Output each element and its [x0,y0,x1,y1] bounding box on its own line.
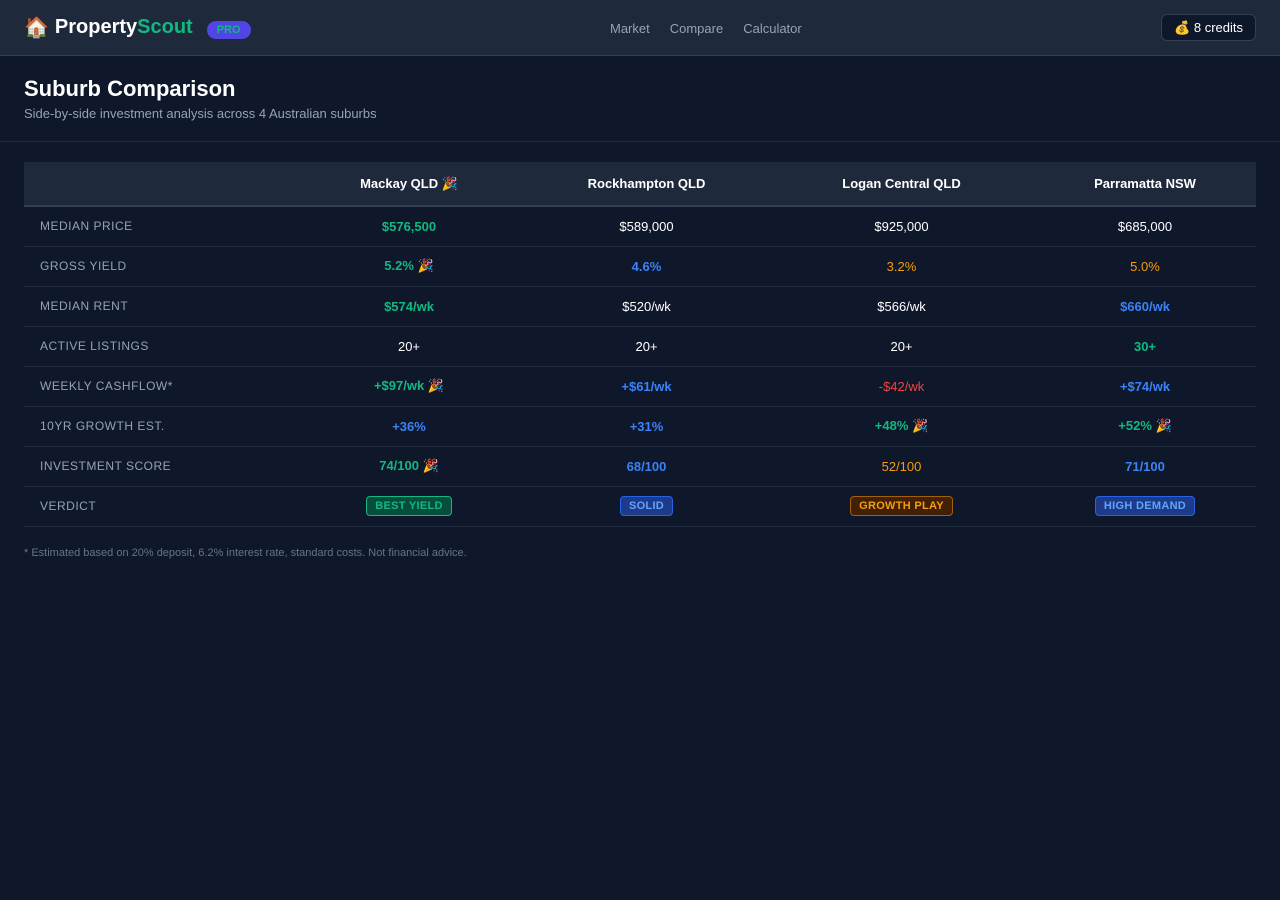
footnote: * Estimated based on 20% deposit, 6.2% i… [24,546,467,559]
verdict-badge: BEST YIELD [366,496,452,516]
table-row: INVESTMENT SCORE 74/100 🎉 68/100 52/100 … [24,446,1256,486]
pro-badge: PRO [206,20,251,39]
row-label: 10YR GROWTH EST. [40,419,165,433]
table-cell: +48% 🎉 [874,418,929,433]
table-cell: $520/wk [622,298,671,314]
verdict-cell: HIGH DEMAND [1034,486,1256,526]
row-label: MEDIAN RENT [40,299,129,313]
table-cell: 74/100 🎉 [379,458,439,473]
table-cell: +$97/wk 🎉 [373,378,445,393]
table-cell: 20+ [635,338,658,354]
table-cell: $925,000 [874,218,929,234]
comparison-table: Mackay QLD 🎉 Rockhampton QLD Logan Centr… [24,162,1256,527]
nav-link-compare[interactable]: Compare [670,21,723,36]
table-cell: 68/100 [626,458,667,474]
page-title: Suburb Comparison [24,76,236,101]
table-cell: 20+ [890,338,913,354]
table-header-row: Mackay QLD 🎉 Rockhampton QLD Logan Centr… [24,162,1256,207]
row-label: MEDIAN PRICE [40,219,133,234]
verdict-cell: GROWTH PLAY [769,486,1034,526]
table-cell: 4.6% [631,258,662,274]
table-body: MEDIAN PRICE $576,500 $589,000 $925,000 … [24,206,1256,526]
table-cell: 3.2% [886,258,917,274]
verdict-badge: SOLID [619,496,674,516]
verdict-row: VERDICT BEST YIELD SOLID GROWTH PLAY HIG… [24,486,1256,526]
brand-logo[interactable]: 🏠 Property Scout PRO [24,15,251,40]
top-navigation-bar: 🏠 Property Scout PRO Market Compare Calcu… [0,0,1280,56]
table-row: MEDIAN PRICE $576,500 $589,000 $925,000 … [24,206,1256,246]
table-cell: 52/100 [881,458,922,474]
verdict-cell: SOLID [524,486,769,526]
table-row: 10YR GROWTH EST. +36% +31% +48% 🎉 +52% 🎉 [24,406,1256,446]
table-cell: 20+ [397,338,421,354]
page-subtitle: Side-by-side investment analysis across … [24,106,377,121]
column-header-mackay: Mackay QLD 🎉 [294,162,524,207]
credits-button[interactable]: 💰 8 credits [1161,14,1256,41]
table-cell: -$42/wk [878,378,925,394]
main-nav: Market Compare Calculator [610,0,802,56]
column-header-rockhampton: Rockhampton QLD [524,162,769,207]
table-row: MEDIAN RENT $574/wk $520/wk $566/wk $660… [24,286,1256,326]
table-cell: 5.0% [1130,258,1160,274]
table-cell: +$74/wk [1119,378,1171,394]
verdict-badge: GROWTH PLAY [850,496,953,516]
table-row: ACTIVE LISTINGS 20+ 20+ 20+ 30+ [24,326,1256,366]
brand-name-part1: Property [54,16,138,38]
nav-link-calculator[interactable]: Calculator [743,21,802,36]
table-cell: $589,000 [619,218,674,234]
table-cell: +36% [392,418,426,434]
row-label: ACTIVE LISTINGS [40,339,149,353]
row-label: GROSS YIELD [40,259,127,273]
row-label: INVESTMENT SCORE [40,459,172,473]
table-row: GROSS YIELD 5.2% 🎉 4.6% 3.2% 5.0% [24,246,1256,286]
row-label: VERDICT [40,499,97,513]
row-label: WEEKLY CASHFLOW* [40,379,173,393]
page-header: Suburb Comparison Side-by-side investmen… [0,56,1280,142]
table-cell: $576,500 [381,218,437,234]
column-header-parramatta: Parramatta NSW [1034,162,1256,207]
table-row: WEEKLY CASHFLOW* +$97/wk 🎉 +$61/wk -$42/… [24,366,1256,406]
table-cell: +$61/wk [621,378,672,394]
table-cell: +52% 🎉 [1118,418,1172,433]
table-cell: +31% [629,418,664,434]
brand-name-part2: Scout [137,16,193,38]
table-cell: $660/wk [1120,298,1170,314]
main-content: Mackay QLD 🎉 Rockhampton QLD Logan Centr… [0,142,1280,559]
house-icon: 🏠 [24,17,49,39]
nav-link-market[interactable]: Market [610,21,650,36]
table-cell: 30+ [1133,338,1157,354]
table-cell: $685,000 [1117,218,1173,234]
verdict-cell: BEST YIELD [294,486,524,526]
table-cell: 71/100 [1125,458,1165,474]
table-cell: $566/wk [877,298,926,314]
header-empty-cell [24,162,294,207]
table-cell: $574/wk [384,298,434,314]
verdict-badge: HIGH DEMAND [1094,496,1196,516]
table-cell: 5.2% 🎉 [384,258,434,273]
column-header-logan-central: Logan Central QLD [769,162,1034,207]
